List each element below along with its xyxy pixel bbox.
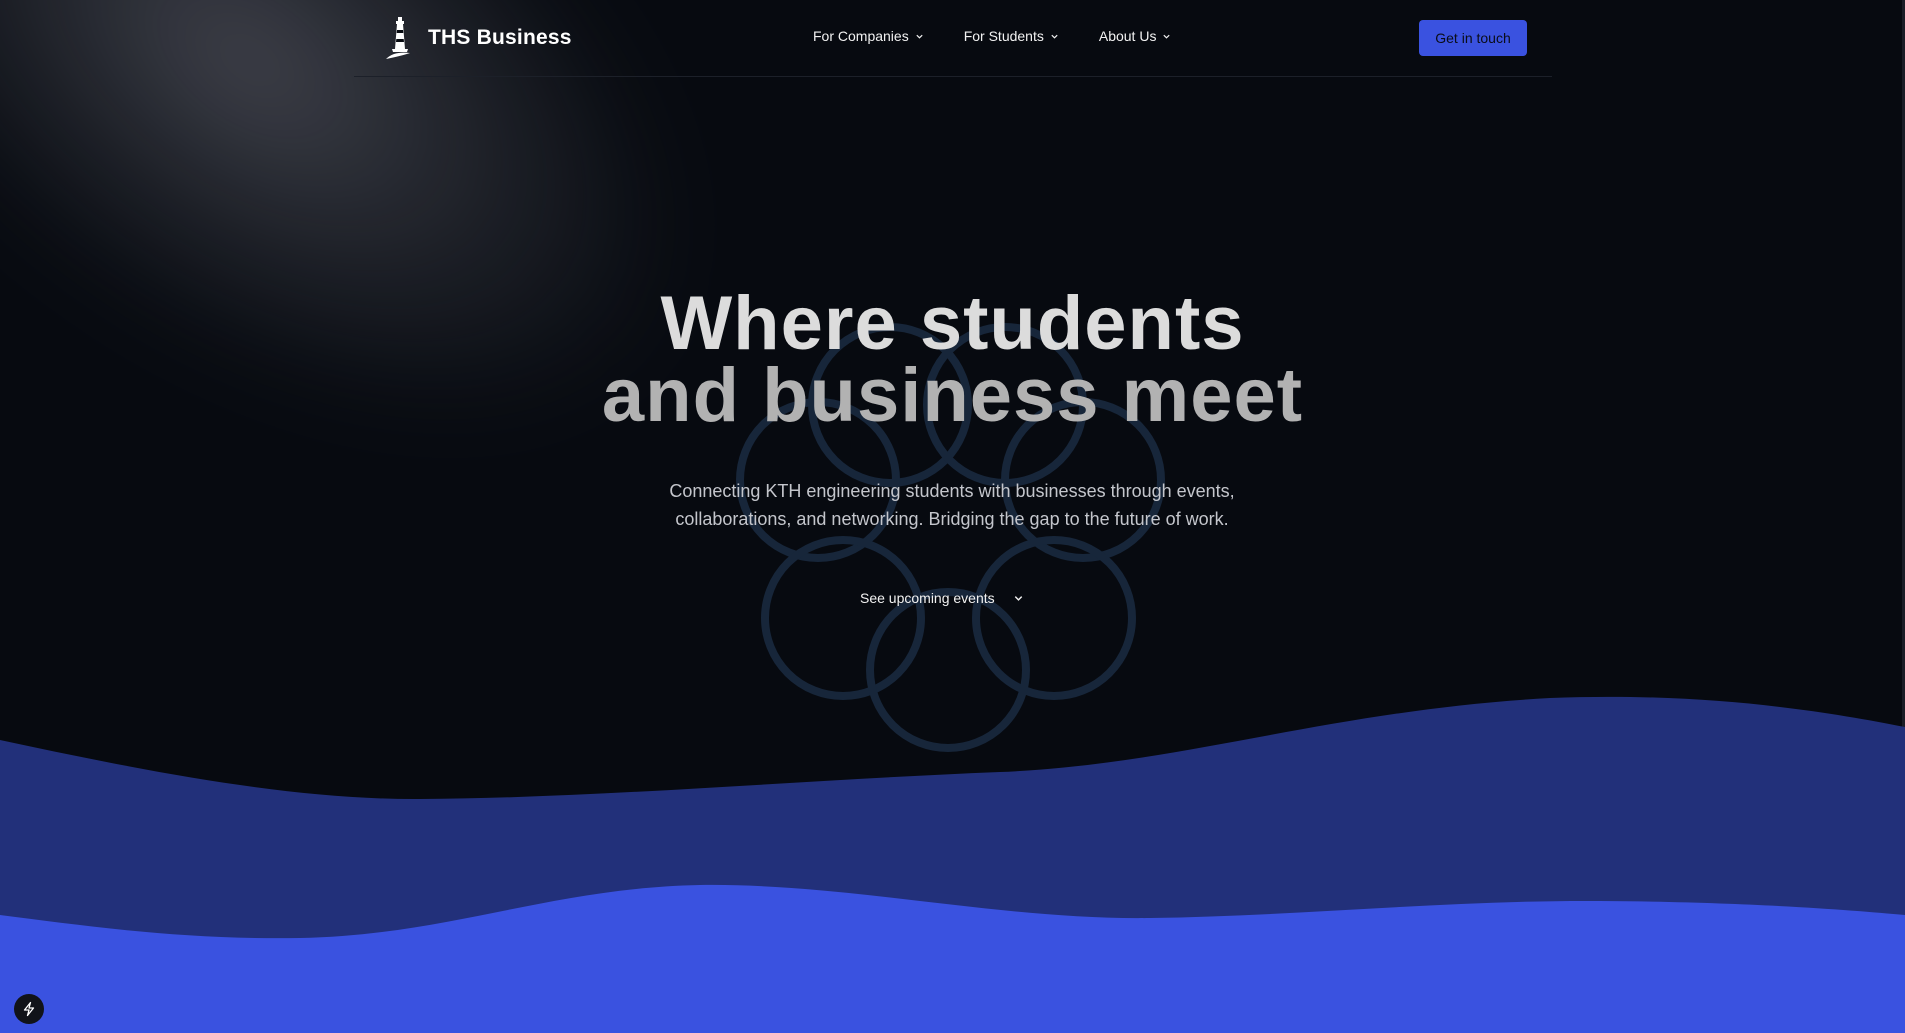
- brand-name: THS Business: [428, 26, 572, 49]
- logo-link[interactable]: THS Business: [384, 15, 572, 61]
- see-upcoming-events-button[interactable]: See upcoming events: [860, 590, 1024, 606]
- hero-subtitle: Connecting KTH engineering students with…: [669, 481, 1235, 529]
- nav-item-for-companies[interactable]: For Companies: [813, 28, 924, 44]
- chevron-down-icon: [916, 34, 923, 39]
- chevron-down-icon: [1051, 34, 1058, 39]
- hero-title-line-1: Where students: [660, 281, 1245, 366]
- hero-title-line-2: and business meet: [601, 353, 1304, 438]
- page: THS Business For Companies For Students …: [0, 0, 1905, 1033]
- nav-item-about-us[interactable]: About Us: [1099, 28, 1172, 44]
- chevron-down-icon: [1014, 595, 1022, 601]
- hero-title: Where students and business meet: [0, 281, 1905, 438]
- nav-item-label: About Us: [1098, 28, 1157, 44]
- lightning-icon: [23, 1001, 35, 1017]
- site-header: THS Business For Companies For Students …: [354, 0, 1552, 77]
- nav-item-for-students[interactable]: For Students: [964, 28, 1059, 44]
- lighthouse-icon: [386, 17, 410, 59]
- chevron-down-icon: [1163, 34, 1171, 39]
- wave-decoration: [0, 696, 1905, 1033]
- events-link-label: See upcoming events: [860, 590, 995, 606]
- nav-item-label: For Companies: [813, 28, 909, 44]
- main-nav: For Companies For Students About Us: [813, 28, 1211, 44]
- get-in-touch-button[interactable]: Get in touch: [1419, 20, 1527, 56]
- nav-item-label: For Students: [963, 28, 1044, 44]
- quick-action-button[interactable]: [14, 994, 44, 1024]
